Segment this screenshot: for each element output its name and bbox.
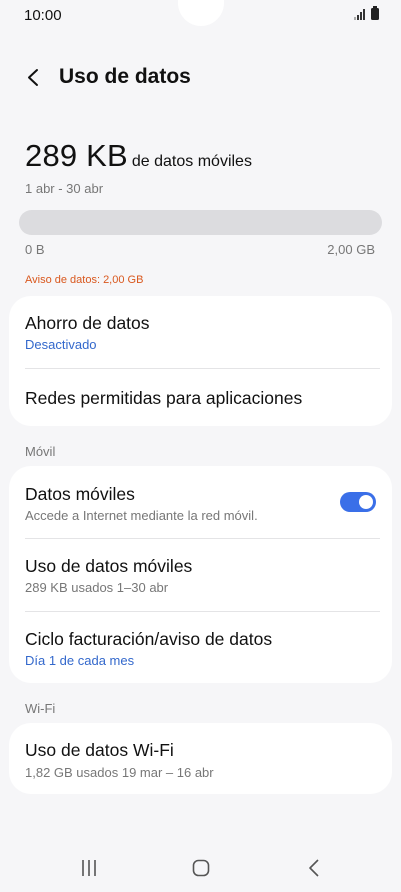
recent-apps-button[interactable] — [74, 855, 104, 881]
wifi-usage-subtitle: 1,82 GB usados 19 mar – 16 abr — [25, 765, 214, 780]
wifi-usage-title: Uso de datos Wi-Fi — [25, 740, 174, 760]
mobile-card: Datos móviles Accede a Internet mediante… — [9, 466, 392, 683]
mobile-data-row[interactable]: Datos móviles Accede a Internet mediante… — [9, 466, 392, 538]
recent-apps-icon — [82, 860, 96, 876]
toggle-knob — [359, 495, 373, 509]
allowed-networks-title: Redes permitidas para aplicaciones — [25, 388, 303, 408]
home-button[interactable] — [186, 855, 216, 881]
usage-period: 1 abr - 30 abr — [25, 181, 104, 196]
usage-bar-max-label: 2,00 GB — [327, 242, 375, 257]
back-nav-icon — [309, 859, 319, 877]
back-arrow-icon — [28, 69, 38, 86]
billing-cycle-row[interactable]: Ciclo facturación/aviso de datos Día 1 d… — [9, 612, 392, 683]
mobile-data-subtitle: Accede a Internet mediante la red móvil. — [25, 508, 258, 523]
status-bar: 10:00 — [0, 0, 401, 32]
billing-cycle-title: Ciclo facturación/aviso de datos — [25, 629, 273, 649]
mobile-usage-subtitle: 289 KB usados 1–30 abr — [25, 580, 169, 595]
usage-summary: 289 KB de datos móviles — [25, 138, 252, 174]
mobile-data-title: Datos móviles — [25, 484, 135, 504]
mobile-data-toggle[interactable] — [340, 492, 376, 512]
usage-suffix: de datos móviles — [131, 153, 252, 170]
navigation-bar — [0, 845, 401, 892]
page-title: Uso de datos — [59, 65, 191, 88]
usage-bar-min-label: 0 B — [25, 242, 45, 257]
camera-notch — [178, 0, 224, 26]
back-button[interactable] — [20, 62, 50, 92]
data-saver-status: Desactivado — [25, 337, 97, 352]
home-icon — [192, 859, 210, 877]
back-nav-button[interactable] — [299, 855, 329, 881]
data-saver-card: Ahorro de datos Desactivado Redes permit… — [9, 296, 392, 426]
billing-cycle-subtitle: Día 1 de cada mes — [25, 653, 135, 668]
status-icons — [354, 6, 379, 20]
data-saver-title: Ahorro de datos — [25, 313, 150, 333]
wifi-card: Uso de datos Wi-Fi 1,82 GB usados 19 mar… — [9, 723, 392, 794]
battery-icon — [371, 6, 379, 20]
mobile-usage-title: Uso de datos móviles — [25, 556, 193, 576]
mobile-usage-row[interactable]: Uso de datos móviles 289 KB usados 1–30 … — [9, 539, 392, 611]
wifi-usage-row[interactable]: Uso de datos Wi-Fi 1,82 GB usados 19 mar… — [9, 723, 392, 794]
signal-icon — [354, 8, 367, 20]
section-label-wifi: Wi-Fi — [25, 701, 56, 716]
status-time: 10:00 — [24, 7, 62, 24]
usage-progress-bar — [19, 210, 382, 235]
data-warning-label: Aviso de datos: 2,00 GB — [25, 274, 144, 286]
data-saver-row[interactable]: Ahorro de datos Desactivado — [9, 296, 392, 369]
allowed-networks-row[interactable]: Redes permitidas para aplicaciones — [9, 369, 392, 426]
section-label-mobile: Móvil — [25, 444, 56, 459]
header: Uso de datos — [0, 58, 401, 98]
usage-amount: 289 KB — [25, 138, 128, 173]
